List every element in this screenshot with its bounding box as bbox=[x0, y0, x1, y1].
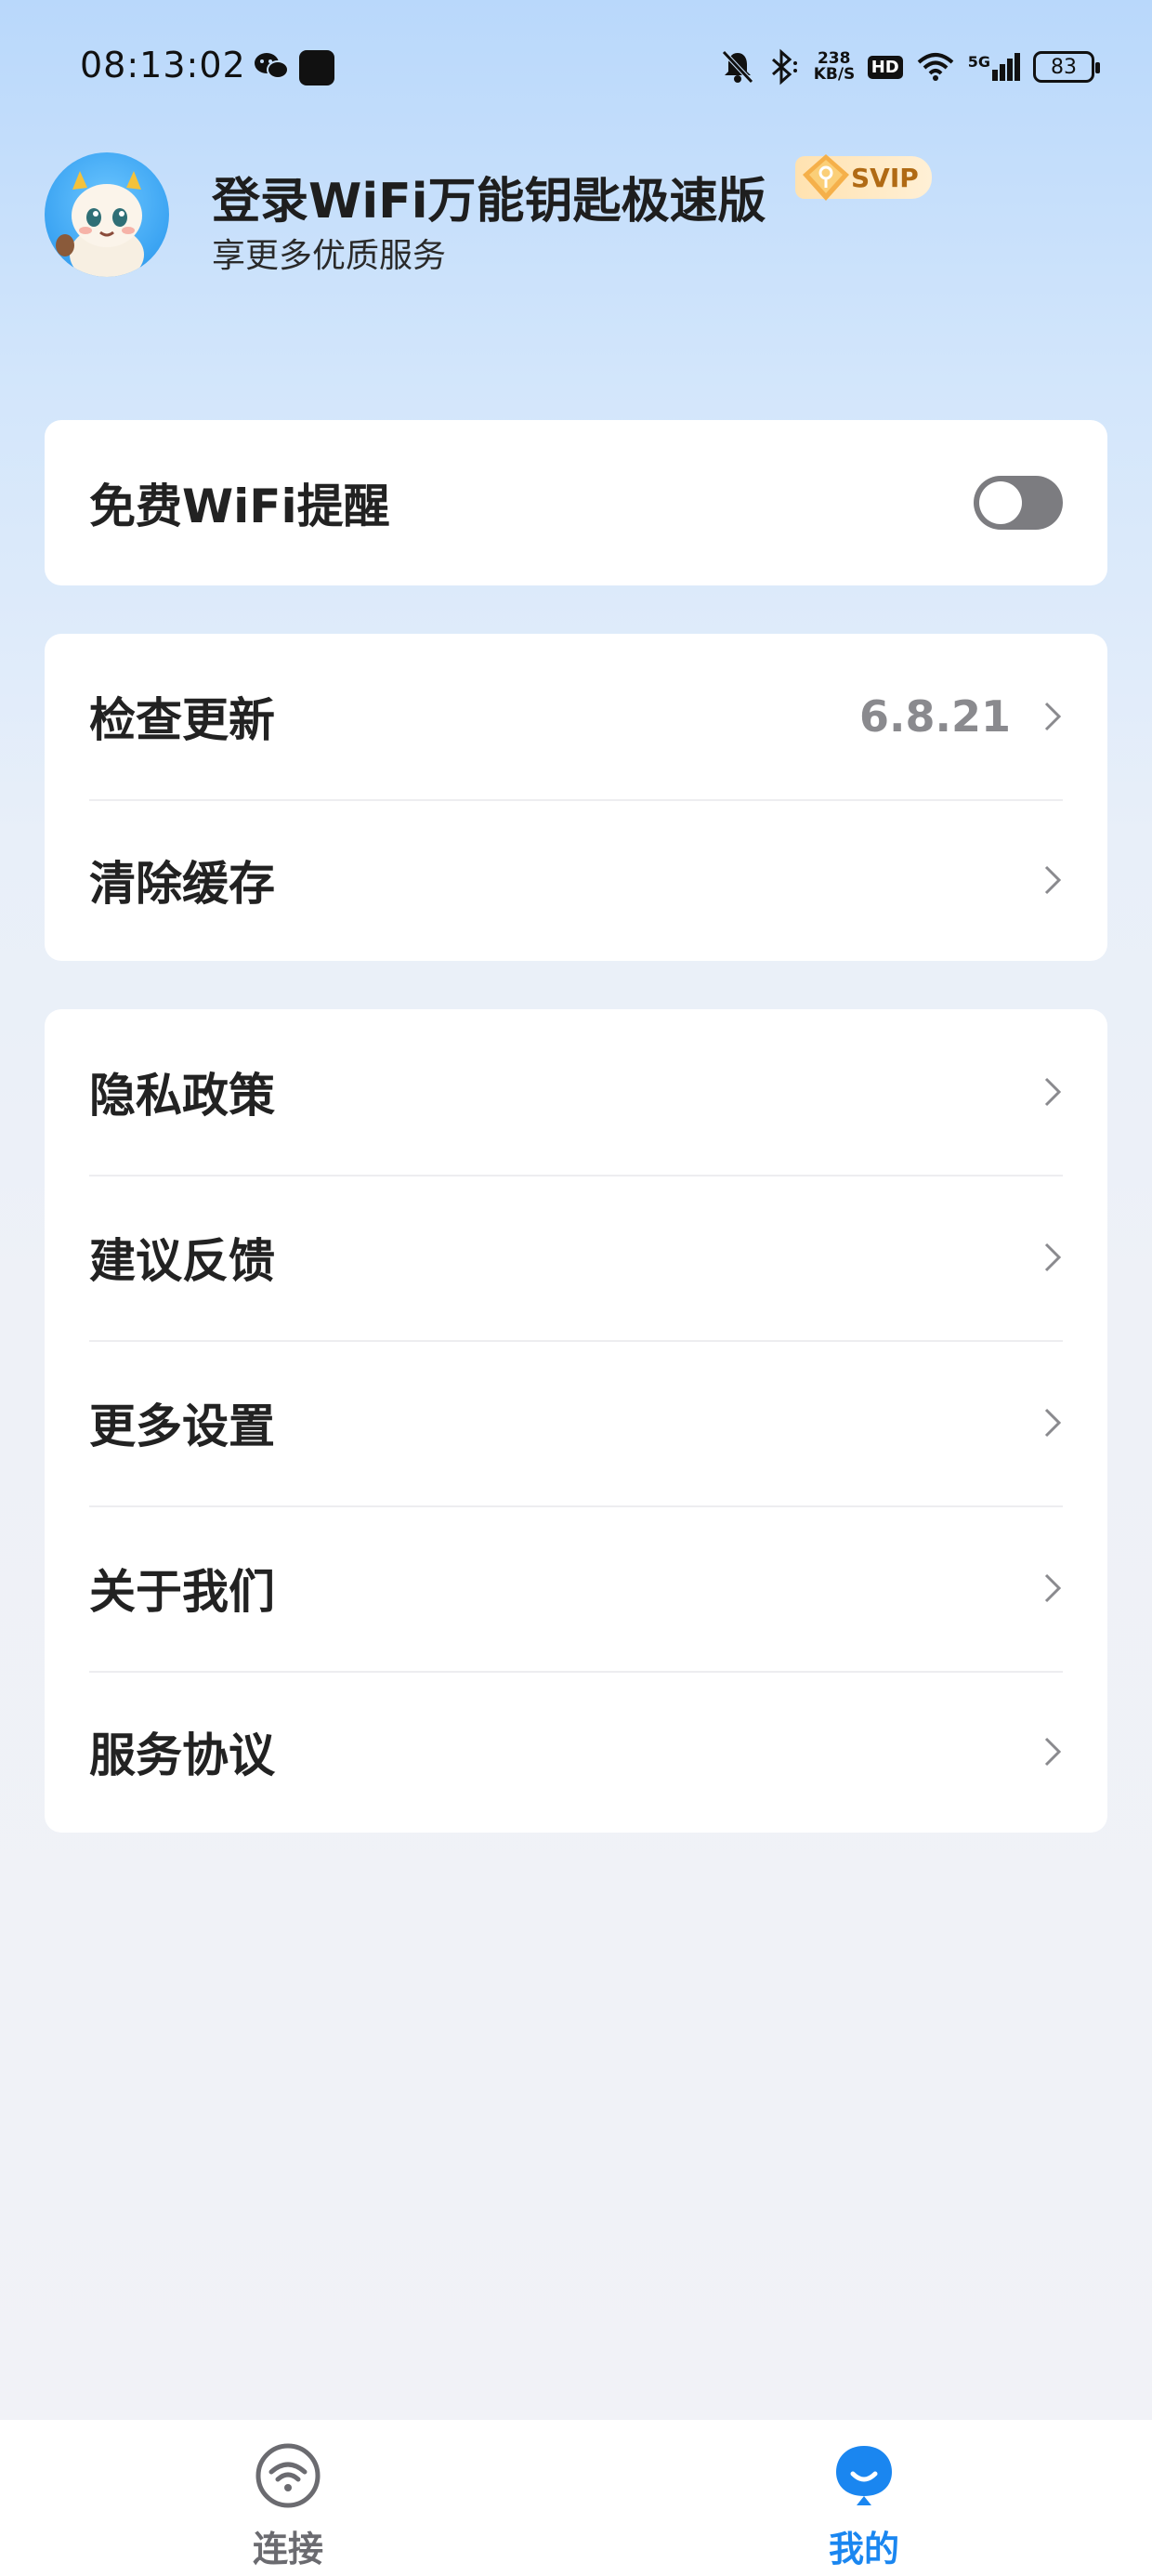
chevron-right-icon bbox=[1044, 1242, 1062, 1272]
avatar[interactable] bbox=[45, 152, 169, 277]
check-update-label: 检查更新 bbox=[89, 693, 275, 747]
chevron-right-icon bbox=[1044, 1573, 1062, 1603]
battery-level: 83 bbox=[1051, 55, 1077, 79]
toggle-knob bbox=[979, 481, 1022, 524]
menu-item-terms[interactable]: 服务协议 bbox=[45, 1671, 1107, 1833]
net-speed-unit: KB/S bbox=[813, 65, 856, 84]
version-value: 6.8.21 bbox=[859, 691, 1011, 742]
chevron-right-icon bbox=[1044, 702, 1062, 731]
network-label: 5G bbox=[967, 53, 990, 71]
clear-cache-label: 清除缓存 bbox=[89, 857, 275, 911]
menu-item-feedback[interactable]: 建议反馈 bbox=[45, 1175, 1107, 1340]
profile-icon bbox=[836, 2446, 892, 2505]
menu-card: 隐私政策 建议反馈 更多设置 关于我们 服务协议 bbox=[45, 1009, 1107, 1833]
status-time: 08:13:02 bbox=[80, 45, 246, 85]
status-icons: 238 KB/S HD 5G 83 bbox=[721, 46, 1100, 87]
svip-badge[interactable]: SVIP bbox=[795, 154, 932, 201]
menu-item-privacy[interactable]: 隐私政策 bbox=[45, 1009, 1107, 1175]
reminder-row[interactable]: 免费WiFi提醒 bbox=[45, 420, 1107, 585]
reminder-toggle[interactable] bbox=[974, 476, 1063, 530]
tab-mine[interactable]: 我的 bbox=[576, 2420, 1152, 2576]
status-bar: 08:13:02 238 KB/S HD 5G 83 bbox=[0, 0, 1152, 139]
menu-item-label: 关于我们 bbox=[89, 1565, 275, 1619]
mute-bell-icon bbox=[721, 50, 753, 84]
profile-title[interactable]: 登录WiFi万能钥匙极速版 bbox=[212, 162, 766, 231]
wifi-icon bbox=[255, 2443, 321, 2508]
bottom-tab-bar: 连接 我的 bbox=[0, 2420, 1152, 2576]
menu-item-label: 建议反馈 bbox=[89, 1234, 275, 1288]
profile-subtitle: 享更多优质服务 bbox=[212, 237, 447, 275]
menu-item-label: 隐私政策 bbox=[89, 1069, 275, 1123]
clear-cache-row[interactable]: 清除缓存 bbox=[45, 799, 1107, 961]
svip-label: SVIP bbox=[851, 162, 919, 193]
bluetooth-icon bbox=[771, 48, 797, 85]
reminder-card: 免费WiFi提醒 bbox=[45, 420, 1107, 585]
chevron-right-icon bbox=[1044, 865, 1062, 895]
wifi-icon bbox=[917, 53, 954, 81]
menu-item-about[interactable]: 关于我们 bbox=[45, 1505, 1107, 1671]
tab-label: 连接 bbox=[252, 2529, 323, 2569]
avatar-mascot-icon bbox=[56, 171, 144, 277]
signal-icon: 5G bbox=[968, 53, 1020, 81]
maintenance-card: 检查更新 6.8.21 清除缓存 bbox=[45, 634, 1107, 961]
check-update-row[interactable]: 检查更新 6.8.21 bbox=[45, 634, 1107, 799]
tab-connect[interactable]: 连接 bbox=[0, 2420, 576, 2576]
wechat-icon bbox=[255, 53, 289, 79]
app-square-icon bbox=[299, 50, 334, 85]
menu-item-label: 服务协议 bbox=[89, 1728, 275, 1782]
tab-label: 我的 bbox=[828, 2529, 899, 2569]
chevron-right-icon bbox=[1044, 1408, 1062, 1438]
menu-item-label: 更多设置 bbox=[89, 1400, 275, 1453]
net-speed: 238 KB/S bbox=[813, 51, 856, 84]
diamond-icon bbox=[803, 154, 849, 201]
chevron-right-icon bbox=[1044, 1077, 1062, 1107]
profile-header[interactable]: 登录WiFi万能钥匙极速版 SVIP 享更多优质服务 bbox=[45, 152, 1113, 283]
battery-icon: 83 bbox=[1033, 51, 1100, 83]
reminder-label: 免费WiFi提醒 bbox=[89, 480, 390, 533]
chevron-right-icon bbox=[1044, 1737, 1062, 1767]
menu-item-more-settings[interactable]: 更多设置 bbox=[45, 1340, 1107, 1505]
hd-icon: HD bbox=[867, 55, 903, 79]
